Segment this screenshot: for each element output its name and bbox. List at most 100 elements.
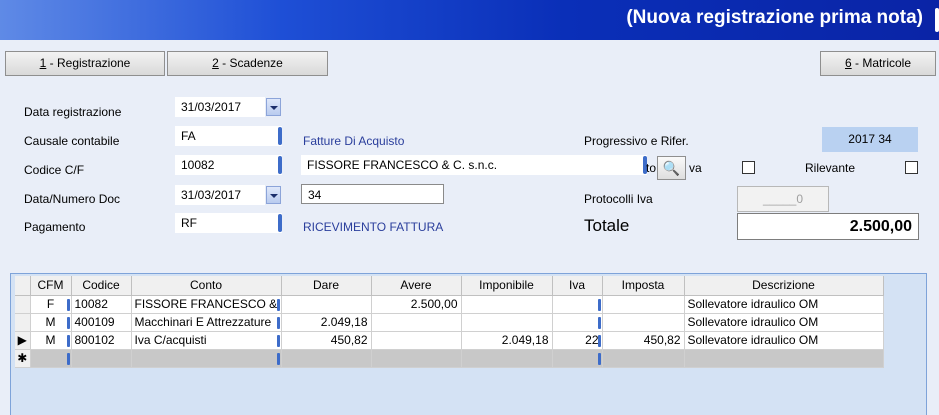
rilevante-label: Rilevante	[805, 161, 856, 175]
cell-codice[interactable]: 800102	[71, 331, 132, 350]
cell-avere[interactable]	[371, 313, 462, 332]
causale-label: Causale contabile	[24, 134, 120, 148]
numero-doc-value: 34	[308, 188, 322, 202]
cell-iva[interactable]	[552, 313, 603, 332]
table-row[interactable]: M 400109 Macchinari E Attrezzature 2.049…	[15, 313, 884, 332]
cell-conto[interactable]: Macchinari E Attrezzature	[131, 313, 282, 332]
cell-codice[interactable]: 400109	[71, 313, 132, 332]
data-doc-field[interactable]: 31/03/2017	[175, 185, 265, 205]
new-cell-conto[interactable]	[131, 349, 282, 368]
tab-matricole-key: 6	[844, 56, 852, 70]
tab-matricole-label: - Matricole	[851, 56, 912, 70]
cell-dare[interactable]	[281, 295, 372, 314]
cell-dare[interactable]: 2.049,18	[281, 313, 372, 332]
cell-descrizione[interactable]: Sollevatore idraulico OM	[684, 331, 884, 350]
new-cell-dare[interactable]	[281, 349, 372, 368]
new-cell-iva[interactable]	[552, 349, 603, 368]
iva-label-left: to	[646, 161, 657, 175]
grid-header-imponibile[interactable]: Imponibile	[461, 276, 553, 296]
codice-cf-name-field[interactable]: FISSORE FRANCESCO & C. s.n.c.	[301, 155, 647, 175]
binoculars-icon: 🔍	[662, 160, 681, 176]
cell-cfm[interactable]: F	[30, 295, 72, 314]
pagamento-label: Pagamento	[24, 220, 86, 234]
cell-conto[interactable]: Iva C/acquisti	[131, 331, 282, 350]
numero-doc-field[interactable]: 34	[301, 184, 444, 204]
protocolli-value: _____0	[762, 192, 804, 206]
causale-value: FA	[181, 129, 196, 143]
causale-description: Fatture Di Acquisto	[303, 134, 405, 148]
new-cell-avere[interactable]	[371, 349, 462, 368]
cell-descrizione[interactable]: Sollevatore idraulico OM	[684, 313, 884, 332]
new-cell-imposta[interactable]	[602, 349, 685, 368]
movements-grid-area: CFM Codice Conto Dare Avere Imponibile I…	[10, 273, 927, 415]
grid-header-conto[interactable]: Conto	[131, 276, 282, 296]
totale-label: Totale	[584, 216, 630, 235]
cell-imponibile[interactable]	[461, 313, 553, 332]
new-cell-imponibile[interactable]	[461, 349, 553, 368]
cell-imposta[interactable]	[602, 313, 685, 332]
cell-avere[interactable]	[371, 331, 462, 350]
table-row[interactable]: F 10082 FISSORE FRANCESCO & 2.500,00 Sol…	[15, 295, 884, 314]
grid-header-codice[interactable]: Codice	[71, 276, 132, 296]
new-cell-codice[interactable]	[71, 349, 132, 368]
rilevante-checkbox[interactable]	[905, 161, 918, 174]
cell-iva[interactable]: 22	[552, 331, 603, 350]
cell-conto[interactable]: FISSORE FRANCESCO &	[131, 295, 282, 314]
new-cell-cfm[interactable]	[30, 349, 72, 368]
new-cell-descrizione[interactable]	[684, 349, 884, 368]
codice-cf-field[interactable]: 10082	[175, 155, 282, 175]
tab-registrazione-label: - Registrazione	[46, 56, 131, 70]
cell-codice[interactable]: 10082	[71, 295, 132, 314]
tab-registrazione[interactable]: 1 - Registrazione	[5, 51, 165, 76]
cell-cfm[interactable]: M	[30, 313, 72, 332]
cell-imposta[interactable]	[602, 295, 685, 314]
protocolli-field[interactable]: _____0	[737, 186, 829, 212]
tab-scadenze[interactable]: 2 - Scadenze	[167, 51, 328, 76]
cell-avere[interactable]: 2.500,00	[371, 295, 462, 314]
window-title: (Nuova registrazione prima nota)	[626, 7, 923, 28]
protocolli-label: Protocolli Iva	[584, 192, 653, 206]
cell-cfm[interactable]: M	[30, 331, 72, 350]
grid-header-iva[interactable]: Iva	[552, 276, 603, 296]
cell-imponibile[interactable]	[461, 295, 553, 314]
title-bar: (Nuova registrazione prima nota)	[0, 0, 939, 40]
grid-header-avere[interactable]: Avere	[371, 276, 462, 296]
grid-header-dare[interactable]: Dare	[281, 276, 372, 296]
progressivo-label: Progressivo e Rifer.	[584, 134, 689, 148]
grid-header-cfm[interactable]: CFM	[30, 276, 72, 296]
pagamento-field[interactable]: RF	[175, 213, 282, 233]
cell-iva[interactable]	[552, 295, 603, 314]
data-registrazione-dropdown-button[interactable]	[266, 98, 281, 116]
progressivo-value: 2017 34	[822, 127, 918, 152]
cell-dare[interactable]: 450,82	[281, 331, 372, 350]
table-row[interactable]: ▶ M 800102 Iva C/acquisti 450,82 2.049,1…	[15, 331, 884, 350]
codice-cf-label: Codice C/F	[24, 163, 85, 177]
cell-imposta[interactable]: 450,82	[602, 331, 685, 350]
pagamento-value: RF	[181, 216, 197, 230]
tab-scadenze-label: - Scadenze	[218, 56, 283, 70]
grid-header-selector	[15, 276, 31, 296]
data-registrazione-field[interactable]: 31/03/2017	[175, 97, 265, 117]
codice-cf-grip	[278, 156, 282, 174]
current-row-indicator-icon[interactable]: ▶	[15, 331, 31, 350]
tab-scadenze-key: 2	[212, 56, 219, 70]
tab-matricole[interactable]: 6 - Matricole	[820, 51, 936, 76]
data-registrazione-value: 31/03/2017	[181, 100, 242, 114]
row-selector[interactable]	[15, 295, 31, 314]
causale-field[interactable]: FA	[175, 126, 282, 146]
data-registrazione-label: Data registrazione	[24, 105, 122, 119]
pagamento-description: RICEVIMENTO FATTURA	[303, 220, 444, 234]
grid-header-descrizione[interactable]: Descrizione	[684, 276, 884, 296]
data-doc-value: 31/03/2017	[181, 188, 242, 202]
new-row[interactable]: ✱	[15, 349, 884, 368]
causale-grip	[278, 127, 282, 145]
codice-cf-name: FISSORE FRANCESCO & C. s.n.c.	[307, 158, 498, 172]
new-row-asterisk-icon[interactable]: ✱	[15, 349, 31, 368]
data-doc-dropdown-button[interactable]	[266, 186, 281, 204]
search-button[interactable]: 🔍	[657, 156, 686, 180]
iva-checkbox[interactable]	[742, 161, 755, 174]
row-selector[interactable]	[15, 313, 31, 332]
cell-descrizione[interactable]: Sollevatore idraulico OM	[684, 295, 884, 314]
grid-header-imposta[interactable]: Imposta	[602, 276, 685, 296]
cell-imponibile[interactable]: 2.049,18	[461, 331, 553, 350]
